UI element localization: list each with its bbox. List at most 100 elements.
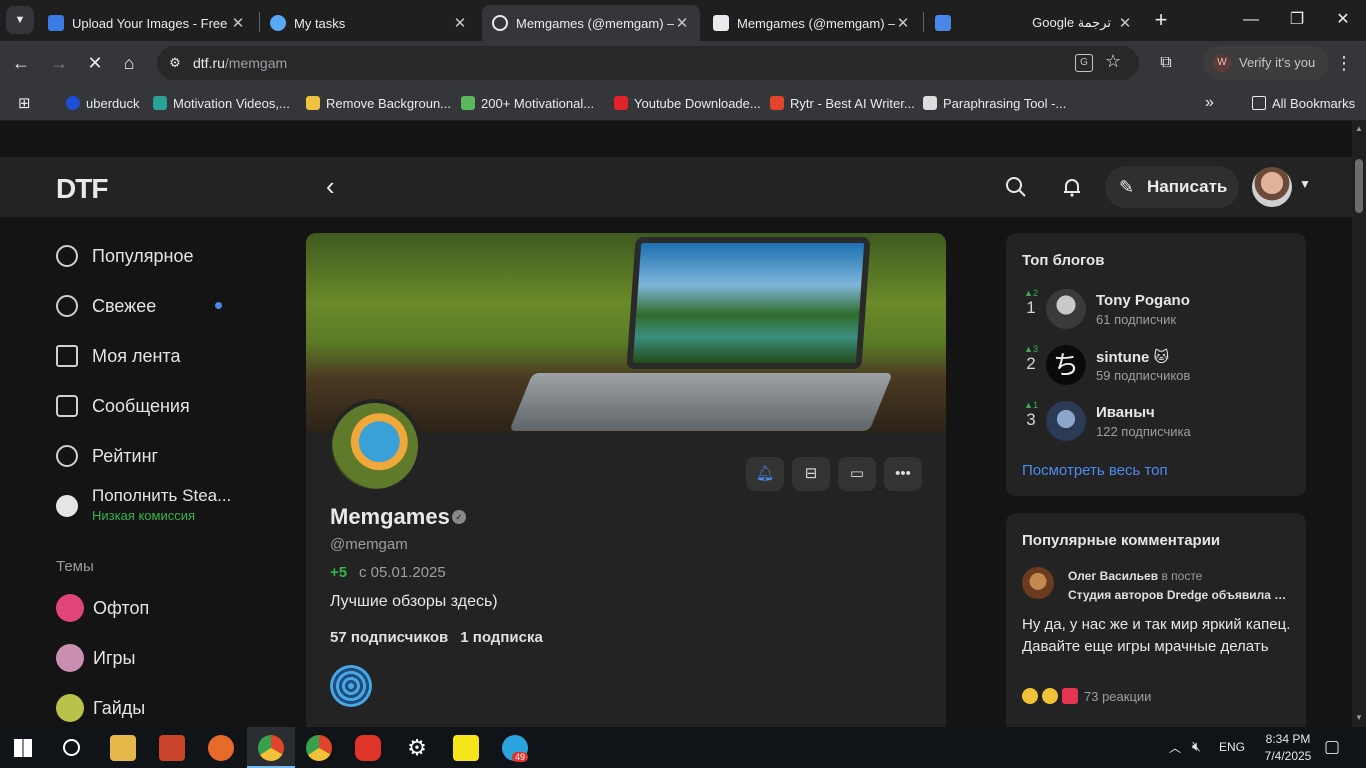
bookmark-paraphrasing[interactable]: Paraphrasing Tool -... — [923, 93, 1066, 113]
blog-name[interactable]: sintune 🐱 — [1096, 348, 1169, 366]
bookmarks-overflow-icon[interactable]: » — [1205, 93, 1214, 113]
firefox-icon[interactable] — [208, 735, 234, 761]
tab-my-tasks[interactable]: My tasks ✕ — [260, 5, 478, 41]
scroll-up-icon[interactable]: ▲ — [1355, 124, 1363, 133]
minimize-button[interactable]: — — [1228, 6, 1274, 34]
nav-popular[interactable]: Популярное — [56, 241, 194, 271]
maximize-button[interactable]: ❐ — [1274, 6, 1320, 34]
comment-reactions[interactable]: 73 реакции — [1022, 688, 1151, 704]
close-window-button[interactable]: ✕ — [1320, 6, 1366, 34]
bookmark-remove-bg[interactable]: Remove Backgroun... — [306, 93, 451, 113]
chrome-profile-icon[interactable] — [258, 735, 284, 761]
subscribe-bell-button[interactable]: 🔔︎ — [746, 457, 784, 491]
home-icon[interactable]: ⌂ — [116, 50, 142, 76]
spiral-badge-icon[interactable] — [330, 665, 372, 707]
bookmark-star-icon[interactable]: ☆ — [1105, 51, 1121, 72]
verify-profile-button[interactable]: W Verify it's you — [1203, 46, 1329, 80]
close-icon[interactable]: ✕ — [895, 14, 911, 32]
chrome-icon[interactable] — [306, 735, 332, 761]
nav-steam-topup[interactable]: Пополнить Stea... Низкая комиссия — [56, 486, 231, 526]
address-bar[interactable]: ⚙ dtf.ru/memgam G ☆ — [157, 46, 1139, 80]
search-icon[interactable] — [1005, 176, 1027, 198]
back-arrow-icon[interactable]: ← — [8, 50, 34, 76]
verify-label: Verify it's you — [1239, 55, 1316, 70]
comment-post-title[interactable]: Студия авторов Dredge объявила о ... — [1068, 588, 1292, 602]
subscriptions-count[interactable]: 1 подписка — [460, 629, 543, 646]
bookmark-youtube-downloader[interactable]: Youtube Downloade... — [614, 93, 761, 113]
cortana-search-icon[interactable] — [63, 739, 80, 756]
file-explorer-icon[interactable] — [110, 735, 136, 761]
tab-memgames-active[interactable]: Memgames (@memgam) — ✕ — [482, 5, 700, 41]
nav-fresh[interactable]: Свежее — [56, 291, 156, 321]
wps-office-icon[interactable] — [355, 735, 381, 761]
topic-games[interactable]: Игры — [56, 644, 135, 672]
see-all-top-link[interactable]: Посмотреть весь топ — [1022, 462, 1168, 479]
bookmark-motivation[interactable]: Motivation Videos,... — [153, 93, 290, 113]
menu-kebab-icon[interactable]: ⋮ — [1331, 50, 1357, 76]
page-scrollbar[interactable]: ▲ ▼ — [1352, 121, 1366, 727]
exness-app-icon[interactable] — [453, 735, 479, 761]
close-icon[interactable]: ✕ — [1117, 14, 1133, 32]
bookmark-label: Rytr - Best AI Writer... — [790, 95, 915, 111]
topic-guides[interactable]: Гайды — [56, 694, 145, 722]
scroll-down-icon[interactable]: ▼ — [1355, 713, 1363, 722]
topic-offtop[interactable]: Офтоп — [56, 594, 149, 622]
bell-icon[interactable] — [1061, 176, 1083, 198]
system-clock[interactable]: 8:34 PM 7/4/2025 — [1258, 731, 1318, 765]
close-icon[interactable]: ✕ — [452, 14, 468, 32]
nav-messages[interactable]: Сообщения — [56, 391, 190, 421]
avatar[interactable]: ち — [1046, 345, 1086, 385]
donate-gift-button[interactable]: ⊟ — [792, 457, 830, 491]
powerpoint-icon[interactable] — [159, 735, 185, 761]
tasks-favicon-icon — [270, 15, 286, 31]
message-button[interactable]: ▭ — [838, 457, 876, 491]
notifications-icon[interactable]: ▢ — [1324, 737, 1340, 757]
url-text[interactable]: dtf.ru/memgam — [193, 55, 287, 71]
new-content-dot — [215, 302, 222, 309]
windows-start-icon[interactable] — [14, 739, 32, 757]
steam-icon — [56, 495, 78, 517]
nav-my-feed[interactable]: Моя лента — [56, 341, 180, 371]
comment-author-name[interactable]: Олег Васильев — [1068, 569, 1158, 583]
back-chevron-icon[interactable]: ‹ — [326, 171, 335, 202]
comment-text[interactable]: Ну да, у нас же и так мир яркий капец. Д… — [1022, 614, 1292, 658]
language-indicator[interactable]: ENG — [1219, 740, 1245, 754]
tray-overflow-icon[interactable]: ︿ — [1169, 739, 1181, 756]
all-bookmarks-button[interactable]: All Bookmarks — [1252, 93, 1355, 113]
avatar[interactable] — [1046, 401, 1086, 441]
avatar[interactable] — [1252, 167, 1292, 207]
nav-rating[interactable]: Рейтинг — [56, 441, 158, 471]
apps-grid-icon[interactable]: ⊞ — [18, 93, 31, 113]
stop-loading-icon[interactable]: ✕ — [82, 50, 108, 76]
site-logo[interactable]: DTF — [56, 173, 108, 205]
scrollbar-thumb[interactable] — [1355, 159, 1363, 213]
profile-stats: 57 подписчиков 1 подписка — [330, 629, 543, 646]
close-icon[interactable]: ✕ — [674, 14, 690, 32]
bookmark-200-motivational[interactable]: 200+ Motivational... — [461, 93, 594, 113]
tab-memgames[interactable]: Memgames (@memgam) — ✕ — [703, 5, 921, 41]
profile-avatar[interactable] — [328, 399, 422, 493]
translate-page-icon[interactable]: G — [1075, 54, 1093, 72]
blog-name[interactable]: Tony Pogano — [1096, 292, 1190, 309]
write-button[interactable]: ✎ Написать — [1105, 166, 1239, 208]
new-tab-button[interactable]: + — [1138, 6, 1184, 34]
close-icon[interactable]: ✕ — [230, 14, 246, 32]
tab-upload-images[interactable]: Upload Your Images - Free I ✕ — [38, 5, 256, 41]
blog-name[interactable]: Иваныч — [1096, 404, 1155, 421]
tab-search-button[interactable]: ▼ — [6, 6, 34, 34]
tab-google-translate[interactable]: Google ترجمة ✕ — [925, 5, 1143, 41]
avatar[interactable] — [1046, 289, 1086, 329]
write-label: Написать — [1147, 177, 1228, 196]
bookmark-rytr[interactable]: Rytr - Best AI Writer... — [770, 93, 915, 113]
settings-gear-icon[interactable]: ⚙ — [404, 735, 430, 761]
profile-rating[interactable]: +5 — [330, 564, 347, 581]
site-info-icon[interactable]: ⚙ — [166, 54, 184, 72]
extensions-icon[interactable]: ⧉ — [1153, 50, 1179, 76]
more-options-button[interactable]: ••• — [884, 457, 922, 491]
forward-arrow-icon[interactable]: → — [46, 50, 72, 76]
avatar[interactable] — [1022, 567, 1054, 599]
bookmark-uberduck[interactable]: uberduck — [66, 93, 139, 113]
subscribers-count[interactable]: 57 подписчиков — [330, 629, 448, 646]
volume-muted-icon[interactable]: 🔇︎ — [1192, 738, 1201, 755]
chevron-down-icon[interactable]: ▼ — [1299, 177, 1311, 191]
